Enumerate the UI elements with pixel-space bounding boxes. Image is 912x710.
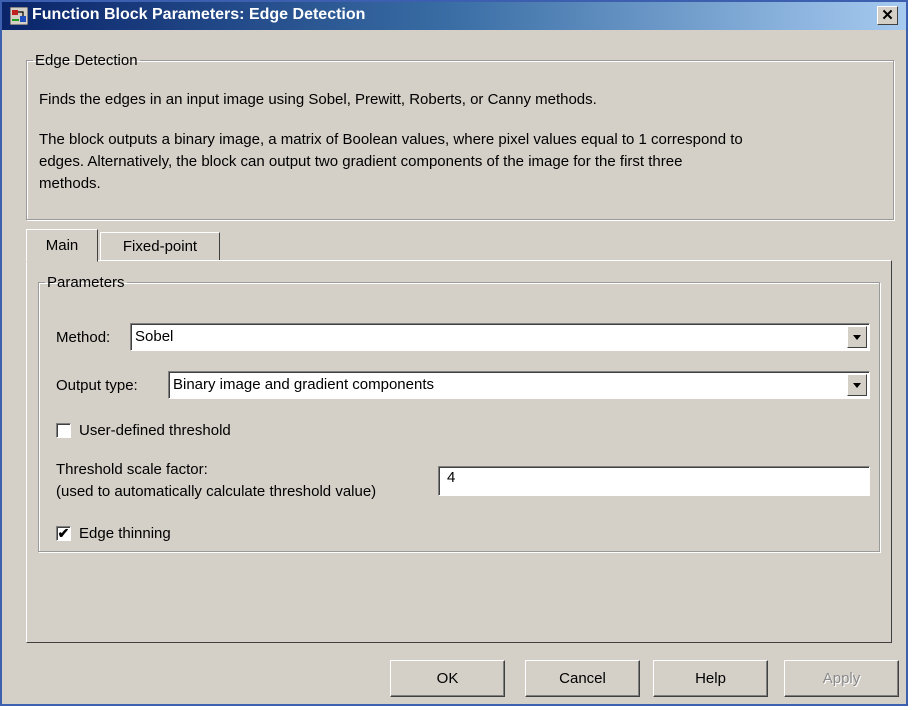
threshold-scale-label-line-1: Threshold scale factor:: [56, 461, 208, 478]
tab-fixed-point[interactable]: Fixed-point: [100, 232, 220, 261]
output-type-value: Binary image and gradient components: [173, 376, 434, 393]
dialog-window: Function Block Parameters: Edge Detectio…: [0, 0, 908, 706]
parameters-group: Parameters Method: Sobel Output type: Bi…: [38, 274, 880, 552]
title-bar[interactable]: Function Block Parameters: Edge Detectio…: [2, 2, 906, 30]
ok-button-label: OK: [436, 670, 459, 687]
edge-thinning-label: Edge thinning: [79, 525, 171, 542]
chevron-down-icon[interactable]: [847, 374, 867, 396]
user-defined-threshold-checkbox[interactable]: [56, 423, 71, 438]
output-type-label: Output type:: [56, 377, 138, 394]
description-line-4: methods.: [39, 175, 101, 192]
ok-button[interactable]: OK: [390, 660, 505, 697]
apply-button-label: Apply: [822, 670, 861, 687]
method-label: Method:: [56, 329, 111, 346]
threshold-scale-value: 4: [447, 469, 456, 486]
checkmark-icon: ✔: [57, 525, 70, 541]
parameters-group-label: Parameters: [47, 274, 125, 291]
threshold-scale-input[interactable]: 4: [438, 466, 870, 496]
description-line-2: The block outputs a binary image, a matr…: [39, 131, 743, 148]
output-type-dropdown[interactable]: Binary image and gradient components: [168, 371, 870, 399]
tab-main[interactable]: Main: [26, 229, 98, 262]
tab-panel-main: Parameters Method: Sobel Output type: Bi…: [26, 260, 892, 643]
chevron-down-icon[interactable]: [847, 326, 867, 348]
description-group-label: Edge Detection: [35, 52, 138, 69]
description-group: Edge Detection Finds the edges in an inp…: [26, 52, 894, 220]
description-line-3: edges. Alternatively, the block can outp…: [39, 153, 683, 170]
close-button[interactable]: ✕: [877, 6, 898, 25]
simulink-block-icon: [10, 7, 28, 25]
method-dropdown[interactable]: Sobel: [130, 323, 870, 351]
tab-fixed-point-label: Fixed-point: [122, 238, 198, 255]
description-line-1: Finds the edges in an input image using …: [39, 91, 597, 108]
edge-thinning-checkbox[interactable]: ✔: [56, 526, 71, 541]
threshold-scale-label-line-2: (used to automatically calculate thresho…: [56, 483, 377, 500]
window-title: Function Block Parameters: Edge Detectio…: [32, 6, 366, 23]
help-button[interactable]: Help: [653, 660, 768, 697]
cancel-button-label: Cancel: [559, 670, 606, 687]
cancel-button[interactable]: Cancel: [525, 660, 640, 697]
apply-button: Apply: [784, 660, 899, 697]
tab-main-label: Main: [45, 237, 79, 254]
close-icon: ✕: [881, 7, 894, 24]
user-defined-threshold-label: User-defined threshold: [79, 422, 231, 439]
method-value: Sobel: [135, 328, 174, 345]
help-button-label: Help: [695, 670, 726, 687]
